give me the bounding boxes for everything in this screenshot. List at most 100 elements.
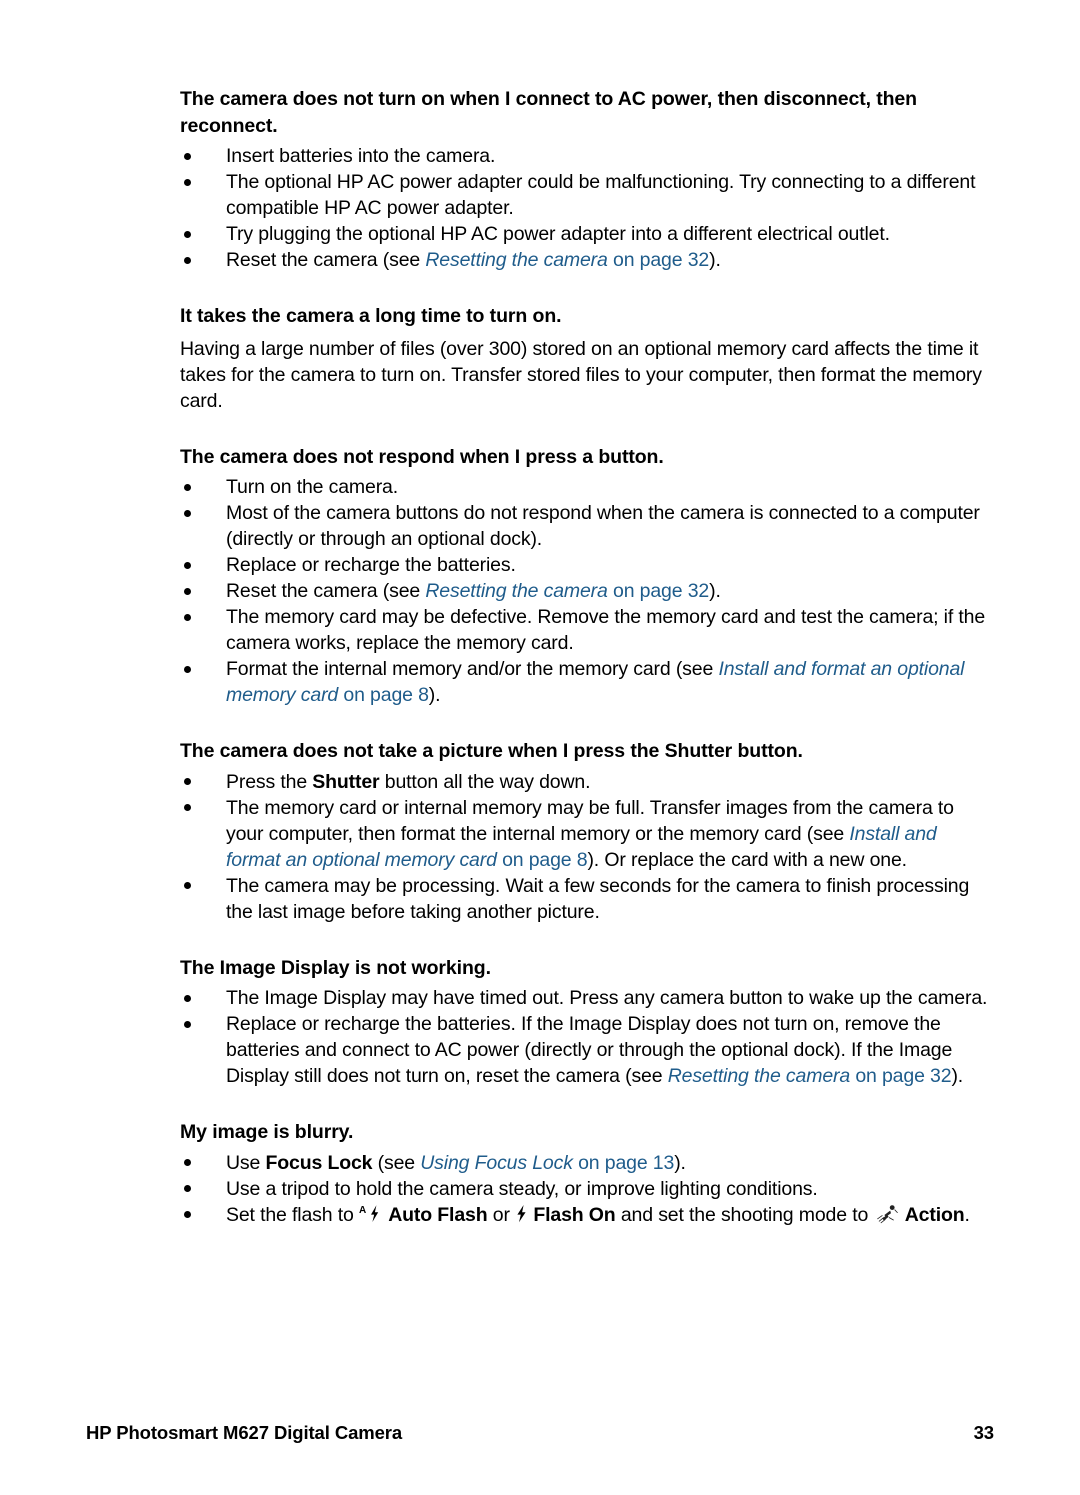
list-item: Use Focus Lock (see Using Focus Lock on … <box>180 1150 992 1176</box>
page-content: The camera does not turn on when I conne… <box>180 86 992 1228</box>
emphasis-text: Auto Flash <box>388 1203 488 1226</box>
bullet-icon <box>184 561 191 569</box>
section-heading: The camera does not respond when I press… <box>180 445 664 468</box>
body-text: Press the <box>226 770 313 793</box>
action-mode-icon <box>873 1204 899 1224</box>
svg-text:A: A <box>359 1205 366 1216</box>
page-footer: HP Photosmart M627 Digital Camera 33 <box>86 1422 994 1448</box>
troubleshooting-section: The Image Display is not working. The Ima… <box>180 955 992 1090</box>
body-text: Use a tripod to hold the camera steady, … <box>226 1177 818 1200</box>
list-item: Try plugging the optional HP AC power ad… <box>180 221 992 247</box>
bullet-list: Insert batteries into the camera. The opt… <box>180 143 992 273</box>
body-text: Set the flash to <box>226 1203 359 1226</box>
bullet-icon <box>184 1159 191 1166</box>
bullet-icon <box>184 778 191 785</box>
body-text: Try plugging the optional HP AC power ad… <box>226 223 890 245</box>
section-paragraph: Having a large number of files (over 300… <box>180 337 982 412</box>
body-text: Turn on the camera. <box>226 476 399 498</box>
body-text: or <box>487 1203 516 1226</box>
body-text: Reset the camera (see <box>226 580 426 602</box>
list-item: Replace or recharge the batteries. If th… <box>180 1011 992 1089</box>
bullet-icon <box>184 613 191 621</box>
section-heading: The camera does not take a picture when … <box>180 740 803 762</box>
cross-reference-page[interactable]: on page 8 <box>338 684 429 706</box>
body-text: Replace or recharge the batteries. <box>226 554 516 576</box>
troubleshooting-section: The camera does not respond when I press… <box>180 444 992 709</box>
body-text: ). <box>709 580 721 602</box>
bullet-icon <box>184 1185 191 1192</box>
section-heading: It takes the camera a long time to turn … <box>180 305 562 327</box>
emphasis-text: Focus Lock <box>265 1151 373 1174</box>
cross-reference-link[interactable]: Resetting the camera <box>425 249 608 271</box>
body-text: ). <box>674 1151 686 1174</box>
body-text: Use <box>226 1151 266 1174</box>
bullet-icon <box>184 1020 191 1028</box>
list-item: Most of the camera buttons do not respon… <box>180 500 992 552</box>
bullet-icon <box>184 509 191 517</box>
cross-reference-link[interactable]: Resetting the camera <box>425 580 608 602</box>
bullet-icon <box>184 230 191 238</box>
body-text: ). <box>951 1065 964 1087</box>
bullet-icon <box>184 483 191 491</box>
list-item: Insert batteries into the camera. <box>180 143 992 169</box>
body-text: The memory card or internal memory may b… <box>226 796 954 845</box>
body-text: The Image Display may have timed out. Pr… <box>226 987 988 1009</box>
list-item: The optional HP AC power adapter could b… <box>180 169 992 221</box>
section-heading: My image is blurry. <box>180 1121 354 1143</box>
bullet-list: The Image Display may have timed out. Pr… <box>180 985 992 1089</box>
bullet-icon <box>184 994 191 1002</box>
body-text: Reset the camera (see <box>226 249 426 271</box>
cross-reference-page[interactable]: on page 32 <box>608 580 709 602</box>
body-text: ). Or replace the card with a new one. <box>587 848 907 871</box>
body-text: Most of the camera buttons do not respon… <box>226 502 980 550</box>
body-text: Insert batteries into the camera. <box>226 145 496 167</box>
troubleshooting-section: It takes the camera a long time to turn … <box>180 303 992 414</box>
bullet-list: Press the Shutter button all the way dow… <box>180 769 992 925</box>
bullet-icon <box>184 152 191 160</box>
emphasis-text: Shutter <box>312 770 380 793</box>
list-item: Reset the camera (see Resetting the came… <box>180 247 992 273</box>
list-item: Press the Shutter button all the way dow… <box>180 769 992 795</box>
auto-flash-icon: A <box>359 1204 383 1223</box>
footer-page-number: 33 <box>973 1422 994 1443</box>
cross-reference-page[interactable]: on page 8 <box>497 849 588 871</box>
body-text: The optional HP AC power adapter could b… <box>226 171 976 219</box>
bullet-icon <box>184 882 191 889</box>
troubleshooting-section: The camera does not take a picture when … <box>180 738 992 925</box>
body-text: The camera may be processing. Wait a few… <box>226 874 970 923</box>
list-item: Turn on the camera. <box>180 474 992 500</box>
cross-reference-page[interactable]: on page 13 <box>573 1152 674 1174</box>
body-text: button all the way down. <box>379 770 591 793</box>
bullet-icon <box>184 587 191 595</box>
bullet-icon <box>184 665 191 673</box>
list-item: The camera may be processing. Wait a few… <box>180 873 992 925</box>
bullet-list: Use Focus Lock (see Using Focus Lock on … <box>180 1150 992 1228</box>
body-text: and set the shooting mode to <box>615 1203 874 1226</box>
body-text: (see <box>372 1151 421 1174</box>
body-text: . <box>964 1203 970 1226</box>
body-text: ). <box>428 684 441 706</box>
list-item: Reset the camera (see Resetting the came… <box>180 578 992 604</box>
bullet-list: Turn on the camera. Most of the camera bu… <box>180 474 992 708</box>
cross-reference-link[interactable]: Resetting the camera <box>668 1065 851 1087</box>
cross-reference-page[interactable]: on page 32 <box>608 249 709 271</box>
troubleshooting-section: The camera does not turn on when I conne… <box>180 86 992 273</box>
section-heading: The Image Display is not working. <box>180 956 491 979</box>
list-item: Use a tripod to hold the camera steady, … <box>180 1176 992 1202</box>
bullet-icon <box>184 178 191 186</box>
bullet-icon <box>184 804 191 811</box>
list-item: The memory card or internal memory may b… <box>180 795 992 873</box>
list-item: Set the flash to A Auto Flash or Flash O… <box>180 1202 992 1228</box>
body-text: The memory card may be defective. Remove… <box>226 606 986 654</box>
emphasis-text: Action <box>904 1203 965 1226</box>
section-heading: The camera does not turn on when I conne… <box>180 88 917 137</box>
flash-on-icon <box>515 1204 528 1223</box>
list-item: The memory card may be defective. Remove… <box>180 604 992 656</box>
body-text: ). <box>709 249 721 271</box>
footer-product-name: HP Photosmart M627 Digital Camera <box>86 1422 403 1443</box>
cross-reference-page[interactable]: on page 32 <box>850 1065 951 1087</box>
emphasis-text: Flash On <box>533 1203 616 1226</box>
troubleshooting-section: My image is blurry. Use Focus Lock (see U… <box>180 1119 992 1228</box>
bullet-icon <box>184 1211 191 1218</box>
cross-reference-link[interactable]: Using Focus Lock <box>420 1152 573 1174</box>
